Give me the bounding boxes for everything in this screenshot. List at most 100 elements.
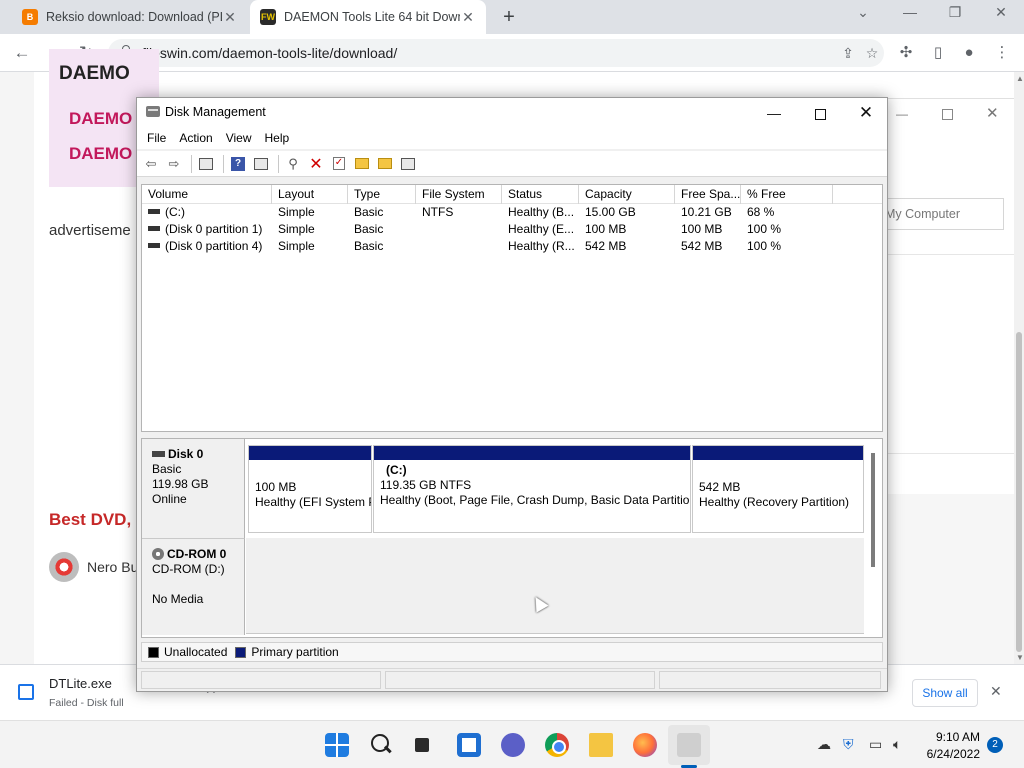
close-downloads-bar-icon[interactable]: ✕	[990, 683, 1002, 700]
minimize-button[interactable]: —	[751, 98, 797, 128]
background-window[interactable]: — ✕ My Computer	[876, 98, 1014, 694]
toolbar-separator	[278, 154, 279, 173]
promo-link[interactable]: DAEMO	[69, 144, 132, 164]
scroll-down-icon[interactable]: ▼	[1016, 653, 1024, 662]
back-icon[interactable]: ⇦	[141, 154, 161, 174]
column-header[interactable]: Type	[348, 185, 416, 204]
check-icon[interactable]: ✓	[329, 154, 349, 174]
firefox-icon[interactable]	[633, 733, 657, 757]
cdrom-0-label[interactable]: CD-ROM 0 CD-ROM (D:) No Media	[142, 538, 245, 635]
chat-icon[interactable]	[501, 733, 525, 757]
scroll-thumb[interactable]	[1016, 332, 1022, 652]
menu-action[interactable]: Action	[173, 128, 219, 149]
download-file-name[interactable]: DTLite.exe	[49, 676, 112, 691]
network-offline-icon[interactable]: ☁	[817, 736, 831, 753]
cdrom-area[interactable]	[246, 538, 864, 634]
bookmark-star-icon[interactable]: ☆	[860, 45, 884, 62]
start-icon[interactable]	[325, 733, 349, 757]
minimize-icon[interactable]: —	[896, 4, 924, 20]
forward-icon[interactable]: ⇨	[164, 154, 184, 174]
graph-scrollbar[interactable]	[871, 453, 875, 567]
tab-search-icon[interactable]: ⌄	[849, 4, 877, 21]
new-tab-button[interactable]: +	[498, 6, 520, 28]
connect-virtual-disk-icon[interactable]: ⚲	[283, 154, 303, 174]
show-all-button[interactable]: Show all	[912, 679, 978, 707]
partition-efi[interactable]: 100 MB Healthy (EFI System Partition)	[248, 445, 372, 533]
profile-avatar-icon[interactable]: ●	[958, 42, 980, 64]
restore-icon[interactable]: ❐	[941, 4, 969, 21]
column-header[interactable]: Capacity	[579, 185, 675, 204]
tab-daemon-tools[interactable]: FW DAEMON Tools Lite 64 bit Downl ✕	[250, 0, 486, 34]
tab-reksio[interactable]: B Reksio download: Download (PL) ✕	[12, 0, 248, 34]
maximize-icon[interactable]	[942, 109, 953, 120]
minimize-icon[interactable]: —	[896, 107, 908, 121]
promo-link[interactable]: DAEMO	[69, 109, 132, 129]
column-header[interactable]: File System	[416, 185, 502, 204]
list-view-icon[interactable]	[398, 154, 418, 174]
task-view-icon[interactable]	[413, 733, 437, 757]
display-icon[interactable]: ▭	[869, 736, 882, 753]
menu-kebab-icon[interactable]: ⋮	[991, 42, 1013, 64]
menu-help[interactable]: Help	[259, 128, 297, 149]
close-button[interactable]: ✕	[843, 98, 889, 128]
side-panel-icon[interactable]: ▯	[927, 42, 949, 64]
partition-recovery[interactable]: 542 MB Healthy (Recovery Partition)	[692, 445, 864, 533]
clock-date[interactable]: 6/24/2022	[918, 747, 980, 761]
file-explorer-icon[interactable]	[589, 733, 613, 757]
close-icon[interactable]: ✕	[986, 104, 999, 122]
address-bar[interactable]: fileswin.com/daemon-tools-lite/download/…	[108, 39, 884, 67]
search-icon[interactable]	[369, 733, 393, 757]
nero-link[interactable]: Nero Bu	[49, 552, 138, 582]
clock-time[interactable]: 9:10 AM	[918, 730, 980, 744]
disk-0-label[interactable]: Disk 0 Basic 119.98 GB Online	[142, 439, 245, 538]
partition-size: 119.35 GB NTFS	[380, 478, 472, 492]
close-tab-icon[interactable]: ✕	[460, 9, 476, 26]
disk-management-taskbar-icon[interactable]	[677, 733, 701, 757]
close-icon[interactable]: ✕	[987, 4, 1015, 21]
cdrom-name: CD-ROM 0	[167, 547, 227, 561]
legend-label: Unallocated	[164, 645, 228, 659]
maximize-button[interactable]	[797, 98, 843, 128]
title-bar[interactable]: Disk Management — ✕	[137, 98, 887, 128]
page-scrollbar[interactable]: ▲ ▼	[1014, 72, 1024, 664]
free-space-cell: 542 MB	[681, 239, 723, 253]
search-folder-icon[interactable]	[375, 154, 395, 174]
widgets-icon[interactable]	[457, 733, 481, 757]
security-shield-icon[interactable]: ⛨	[843, 736, 854, 753]
notification-badge[interactable]: 2	[987, 737, 1003, 753]
delete-icon[interactable]: ✕	[306, 154, 326, 174]
disk-management-app-icon	[146, 106, 160, 117]
open-folder-icon[interactable]	[352, 154, 372, 174]
volume-icon	[148, 226, 160, 232]
column-header[interactable]: Free Spa...	[675, 185, 741, 204]
promo-heading: DAEMO	[59, 63, 130, 84]
table-row[interactable]: (C:) Simple Basic NTFS Healthy (B... 15.…	[142, 204, 882, 221]
column-header[interactable]: % Free	[741, 185, 833, 204]
chrome-icon[interactable]	[545, 733, 569, 757]
panel	[886, 254, 1014, 454]
partition-status: Healthy (Recovery Partition)	[699, 495, 850, 509]
percent-free-cell: 100 %	[747, 222, 782, 236]
table-row[interactable]: (Disk 0 partition 4) Simple Basic Health…	[142, 238, 882, 255]
column-header[interactable]: Status	[502, 185, 579, 204]
table-row[interactable]: (Disk 0 partition 1) Simple Basic Health…	[142, 221, 882, 238]
properties-icon[interactable]	[251, 154, 271, 174]
location-field[interactable]: My Computer	[876, 198, 1004, 230]
back-icon[interactable]: ←	[10, 42, 34, 64]
tab-title: Reksio download: Download (PL)	[46, 10, 222, 24]
extensions-icon[interactable]: ✣	[895, 42, 917, 64]
type-cell: Basic	[354, 239, 384, 253]
close-tab-icon[interactable]: ✕	[222, 9, 238, 26]
partition-size: 542 MB	[699, 480, 741, 494]
share-icon[interactable]: ⇪	[836, 45, 860, 62]
partition-c[interactable]: (C:) 119.35 GB NTFS Healthy (Boot, Page …	[373, 445, 691, 533]
help-icon[interactable]: ?	[228, 154, 248, 174]
scroll-up-icon[interactable]: ▲	[1016, 74, 1024, 83]
column-header[interactable]: Layout	[272, 185, 348, 204]
volume-icon[interactable]: 🔈︎	[893, 736, 901, 753]
menu-view[interactable]: View	[220, 128, 259, 149]
menu-file[interactable]: File	[141, 128, 173, 149]
column-header[interactable]: Volume	[142, 185, 272, 204]
show-hide-console-tree-icon[interactable]	[196, 154, 216, 174]
cdrom-drive: CD-ROM (D:)	[152, 562, 225, 576]
